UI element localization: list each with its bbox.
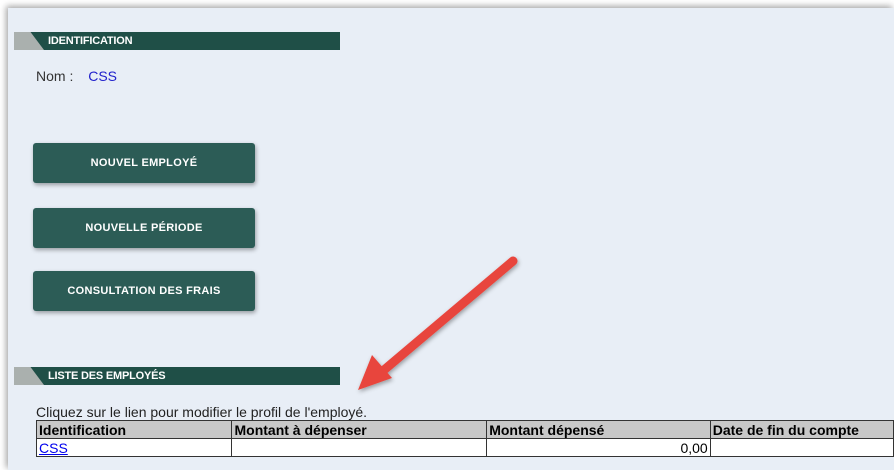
liste-employes-header-label: LISTE DES EMPLOYÉS [48,370,166,382]
consultation-frais-button[interactable]: CONSULTATION DES FRAIS [33,271,255,311]
cell-date-fin [709,438,894,457]
header-tab-decoration [14,32,44,50]
cell-montant-depense: 0,00 [486,438,711,457]
employee-link[interactable]: CSS [39,440,68,456]
liste-hint: Cliquez sur le lien pour modifier le pro… [36,404,368,420]
table-row: CSS 0,00 [35,438,894,457]
nom-value: CSS [88,68,118,84]
header-tab-decoration [14,367,44,385]
employees-table: Identification Montant à dépenser Montan… [35,420,894,457]
app-frame: IDENTIFICATION Nom : CSS NOUVEL EMPLOYÉ … [8,8,894,470]
identification-header: IDENTIFICATION [14,32,340,50]
liste-employes-header: LISTE DES EMPLOYÉS [14,367,340,385]
column-header-identification: Identification [35,420,233,439]
nom-label: Nom : [36,68,74,84]
column-header-montant-depense: Montant dépensé [486,420,711,439]
nom-row: Nom : CSS [36,68,117,84]
nouvelle-periode-button[interactable]: NOUVELLE PÉRIODE [33,208,255,248]
column-header-date-fin: Date de fin du compte [709,420,894,439]
cell-montant-a-depenser [231,438,488,457]
nouvel-employe-button[interactable]: NOUVEL EMPLOYÉ [33,143,255,183]
cell-identification: CSS [35,438,233,457]
table-header-row: Identification Montant à dépenser Montan… [35,420,894,439]
column-header-montant-a-depenser: Montant à dépenser [231,420,488,439]
identification-header-label: IDENTIFICATION [48,35,133,47]
